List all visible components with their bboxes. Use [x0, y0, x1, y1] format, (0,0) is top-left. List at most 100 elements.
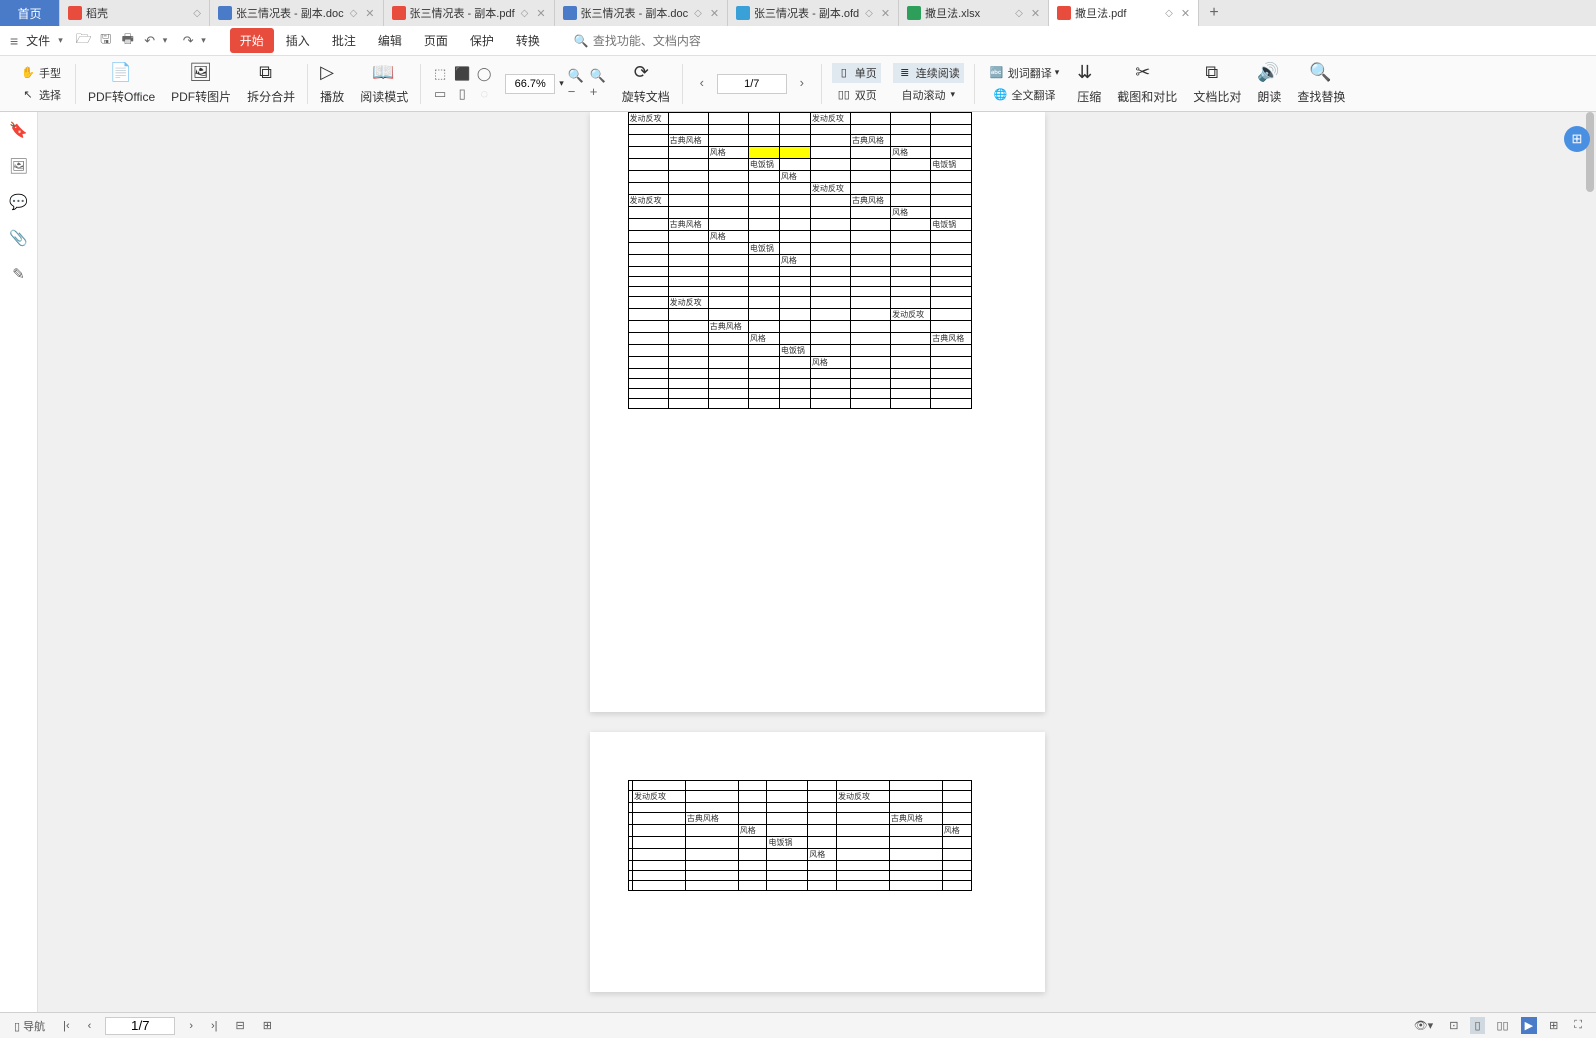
read-mode[interactable]: 📖阅读模式 [352, 56, 416, 111]
status-page-input[interactable] [105, 1017, 175, 1035]
tab-add[interactable]: + [1199, 4, 1229, 22]
pin-icon[interactable]: ◇ [521, 8, 529, 19]
tab-doc-6[interactable]: 撒旦法.pdf◇✕ [1049, 0, 1199, 26]
signature-icon[interactable]: ✎ [9, 264, 29, 284]
view-double-icon[interactable]: ▯▯ [1493, 1017, 1513, 1034]
zoom-out-icon[interactable]: 🔍− [568, 75, 586, 93]
file-menu[interactable]: 文件 [26, 32, 50, 49]
table-cell [889, 837, 942, 849]
view-play-icon[interactable]: ▶ [1521, 1017, 1537, 1034]
prev-page-icon[interactable]: ‹ [84, 1018, 96, 1034]
pin-icon[interactable]: ◇ [1165, 8, 1173, 19]
pdf-to-office[interactable]: 📄PDF转Office [80, 56, 163, 111]
fit-h-icon[interactable]: ▯ [453, 85, 471, 103]
table-cell [810, 369, 850, 379]
scrollbar-thumb[interactable] [1586, 112, 1594, 192]
fit-v-icon[interactable]: ▭ [431, 85, 449, 103]
continuous-read[interactable]: ≣连续阅读 [893, 63, 964, 83]
find-replace[interactable]: 🔍查找替换 [1289, 56, 1353, 111]
tab-doc-4[interactable]: 张三情况表 - 副本.ofd◇✕ [728, 0, 899, 26]
read-aloud[interactable]: 🔊朗读 [1249, 56, 1289, 111]
close-icon[interactable]: ✕ [536, 7, 545, 20]
redo-chevron-icon[interactable]: ▾ [201, 35, 206, 46]
zoom-out-status-icon[interactable]: ⊟ [232, 1017, 249, 1034]
split-merge[interactable]: ⧉拆分合并 [239, 56, 303, 111]
close-icon[interactable]: ✕ [1031, 7, 1040, 20]
last-page-icon[interactable]: ›| [207, 1018, 222, 1034]
view-grid-icon[interactable]: ⊞ [1545, 1017, 1562, 1034]
first-page-icon[interactable]: |‹ [59, 1018, 74, 1034]
menu-保护[interactable]: 保护 [460, 28, 504, 53]
tab-doc-1[interactable]: 张三情况表 - 副本.doc◇✕ [210, 0, 384, 26]
fit-width-icon[interactable]: ⬚ [431, 65, 449, 83]
save-icon[interactable]: 🖫 [97, 32, 115, 50]
pin-icon[interactable]: ◇ [350, 8, 358, 19]
tab-doc-3[interactable]: 张三情况表 - 副本.doc◇✕ [555, 0, 729, 26]
tab-home[interactable]: 首页 [0, 0, 60, 26]
close-icon[interactable]: ✕ [881, 7, 890, 20]
actual-size-icon[interactable]: ◯ [475, 65, 493, 83]
vertical-scrollbar[interactable] [1584, 112, 1596, 1012]
hamburger-icon[interactable]: ≡ [10, 33, 18, 49]
loading-icon[interactable]: ◌ [475, 85, 493, 103]
compress[interactable]: ⇊压缩 [1069, 56, 1109, 111]
document-canvas[interactable]: 发动反攻发动反攻古典风格古典风格风格风格电饭锅电饭锅风格发动反攻发动反攻古典风格… [38, 112, 1596, 1012]
doc-compare[interactable]: ⧉文档比对 [1185, 56, 1249, 111]
undo-icon[interactable]: ↶ [141, 32, 159, 50]
attachment-icon[interactable]: 📎 [9, 228, 29, 248]
float-assist-button[interactable]: ⊞ [1564, 126, 1590, 152]
zoom-in-status-icon[interactable]: ⊞ [259, 1017, 276, 1034]
zoom-chevron-icon[interactable]: ▾ [559, 78, 564, 89]
page-next-icon[interactable]: › [793, 74, 811, 92]
fit-page-icon[interactable]: ⬛ [453, 65, 471, 83]
comment-icon[interactable]: 💬 [9, 192, 29, 212]
page-input[interactable] [717, 74, 787, 94]
undo-chevron-icon[interactable]: ▾ [163, 35, 168, 46]
play-button[interactable]: ▷播放 [312, 56, 352, 111]
menu-批注[interactable]: 批注 [322, 28, 366, 53]
redo-icon[interactable]: ↷ [179, 32, 197, 50]
menu-页面[interactable]: 页面 [414, 28, 458, 53]
close-icon[interactable]: ✕ [1181, 7, 1190, 20]
table-cell [668, 333, 708, 345]
single-page[interactable]: ▯单页 [832, 63, 881, 83]
close-icon[interactable]: ✕ [710, 7, 719, 20]
tab-doc-5[interactable]: 撒旦法.xlsx◇✕ [899, 0, 1049, 26]
image-icon[interactable]: 🖼 [9, 156, 29, 176]
pin-icon[interactable]: ◇ [694, 8, 702, 19]
view-single-icon[interactable]: ▯ [1470, 1017, 1484, 1034]
page-prev-icon[interactable]: ‹ [693, 74, 711, 92]
nav-toggle[interactable]: ▯ 导航 [10, 1016, 49, 1036]
bookmark-icon[interactable]: 🔖 [9, 120, 29, 140]
pin-icon[interactable]: ◇ [193, 8, 201, 19]
tab-doc-2[interactable]: 张三情况表 - 副本.pdf◇✕ [384, 0, 555, 26]
eye-icon[interactable]: 👁▾ [1410, 1017, 1438, 1034]
word-translate[interactable]: 🔤划词翻译▾ [985, 63, 1064, 83]
print-icon[interactable]: 🖶 [119, 32, 137, 50]
hand-tool[interactable]: ✋手型 [16, 63, 65, 83]
open-icon[interactable]: 🗁 [75, 32, 93, 50]
zoom-in-icon[interactable]: 🔍+ [590, 75, 608, 93]
chevron-down-icon[interactable]: ▾ [58, 35, 63, 46]
select-tool[interactable]: ↖选择 [16, 85, 65, 105]
table-cell [668, 147, 708, 159]
full-translate[interactable]: 🌐全文翻译 [989, 85, 1060, 105]
close-icon[interactable]: ✕ [365, 7, 374, 20]
zoom-input[interactable] [505, 74, 555, 94]
pin-icon[interactable]: ◇ [865, 8, 873, 19]
pdf-to-image[interactable]: 🖼PDF转图片 [163, 56, 239, 111]
next-page-icon[interactable]: › [185, 1018, 197, 1034]
menu-插入[interactable]: 插入 [276, 28, 320, 53]
menu-转换[interactable]: 转换 [506, 28, 550, 53]
view-fullscreen-icon[interactable]: ⛶ [1570, 1017, 1586, 1034]
menu-开始[interactable]: 开始 [230, 28, 274, 53]
screenshot-compare[interactable]: ✂截图和对比 [1109, 56, 1185, 111]
double-page[interactable]: ▯▯双页 [832, 85, 881, 105]
auto-scroll[interactable]: 自动滚动▾ [897, 85, 959, 105]
fit-icon[interactable]: ⊡ [1445, 1017, 1462, 1034]
search-input[interactable] [593, 34, 733, 48]
menu-编辑[interactable]: 编辑 [368, 28, 412, 53]
rotate-doc[interactable]: ⟳旋转文档 [614, 56, 678, 111]
pin-icon[interactable]: ◇ [1015, 8, 1023, 19]
tab-doc-0[interactable]: 稻壳◇ [60, 0, 210, 26]
